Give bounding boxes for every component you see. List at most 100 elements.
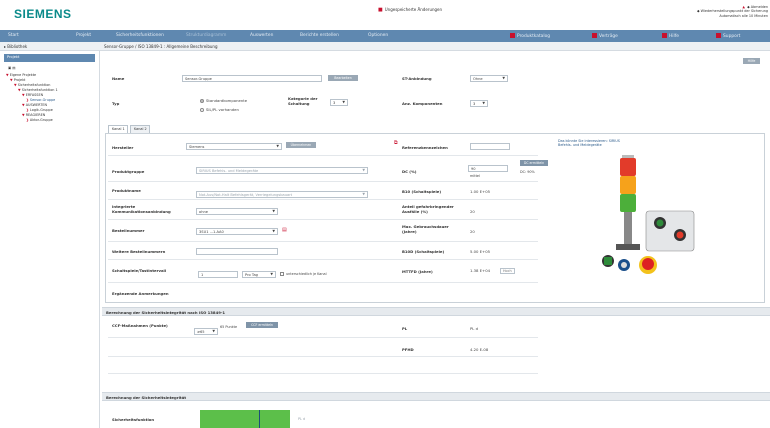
divider: [108, 282, 538, 283]
tree-label: REAGIEREN: [25, 113, 46, 117]
tree-label: Sicherheitsfunktion 1: [21, 88, 58, 92]
tree-item[interactable]: ▼ ERFASSEN: [22, 93, 43, 97]
nav-optionen[interactable]: Optionen: [368, 33, 388, 38]
expand-icon: ▼: [22, 103, 25, 107]
typ-label: Typ: [112, 101, 120, 106]
comp-count-select[interactable]: 3 ▼: [470, 100, 488, 107]
divider: [108, 219, 538, 220]
mttfd-label: MTTFD (Jahre): [402, 269, 433, 274]
dc-button[interactable]: DC ermitteln: [520, 160, 548, 166]
header-right: ▲ ◆ Abmelden ◆ Wiederherstellungspunkt d…: [676, 5, 768, 18]
schalt-input[interactable]: 1: [198, 271, 238, 278]
signal-tower-orange: [620, 176, 636, 194]
tree-item[interactable]: ▼ Sicherheitsfunktion: [14, 83, 50, 87]
hersteller-label: Hersteller: [112, 145, 134, 150]
help-button[interactable]: Hilfe: [743, 58, 760, 64]
integration-select[interactable]: ohne ▼: [196, 208, 278, 215]
bestell-value: 3SU1 ...1.AA0: [199, 230, 224, 234]
blue-button-center: [621, 262, 627, 268]
failure-value: 20: [470, 209, 475, 214]
signal-tower-pole: [624, 212, 632, 244]
ccf-value: ≥65: [197, 330, 205, 334]
typ-radio-sil[interactable]: SIL/PL vorhanden: [200, 107, 239, 112]
tree-item[interactable]: ▼ Projekt: [10, 78, 25, 82]
unsaved-changes-indicator[interactable]: ■ Ungespeicherte Änderungen: [378, 7, 442, 13]
tree-item[interactable]: ▼ Sicherheitsfunktion 1: [18, 88, 58, 92]
st-value: Ohne: [473, 77, 483, 81]
dc-sub: mittel: [470, 174, 480, 178]
tree-item[interactable]: ▼ AUSWERTEN: [22, 103, 47, 107]
chevron-down-icon: ▼: [482, 101, 485, 105]
tree-item[interactable]: ❯ Logik-Gruppe: [26, 108, 53, 112]
typ-radio-standard[interactable]: Standardkomponente: [200, 98, 247, 103]
green-button: [656, 219, 664, 227]
list-icon[interactable]: ▤: [282, 227, 287, 233]
weitere-input[interactable]: [196, 248, 278, 255]
name-input[interactable]: Sensor-Gruppe: [182, 75, 322, 82]
autosave-info-2: Automatisch alle 10 Minuten: [719, 13, 768, 18]
nav-hilfe[interactable]: Hilfe: [662, 33, 679, 39]
pl-marker: [259, 410, 260, 428]
category-select[interactable]: 3 ▼: [330, 99, 348, 106]
signal-tower-cap: [622, 155, 634, 158]
hersteller-select[interactable]: Siemens ▼: [186, 143, 282, 150]
autosave-label: Wiederherstellungspunkt der Sicherung: [700, 9, 768, 14]
divider: [108, 337, 538, 338]
unsaved-changes-text: Ungespeicherte Änderungen: [384, 7, 443, 12]
ref-input[interactable]: [470, 143, 510, 150]
arrow-icon: ❯: [26, 98, 29, 102]
library-label: Bibliothek: [7, 44, 28, 49]
nav-projekt[interactable]: Projekt: [76, 33, 91, 38]
tab-kanal-2[interactable]: Kanal 2: [130, 125, 150, 133]
produktname-value: Not-Aus/Not-Halt Befehlsgerät, Verriegel…: [199, 193, 293, 197]
nav-auswerten[interactable]: Auswerten: [250, 33, 273, 38]
pfhd-value: 4.20 E-08: [470, 347, 489, 352]
nav-strukturdiagramm[interactable]: Strukturdiagramm: [186, 33, 226, 38]
category-label: Kategorie der Schaltung: [288, 96, 318, 106]
produktname-select[interactable]: Not-Aus/Not-Halt Befehlsgerät, Verriegel…: [196, 191, 368, 198]
section-header-iso: Berechnung der Sicherheitsintegrität nac…: [102, 307, 770, 316]
interest-caption[interactable]: Das könnte Sie interessieren: SIRIUS Bef…: [558, 139, 628, 147]
produktname-label: Produktname: [112, 188, 141, 193]
tree-item[interactable]: ▼ Eigene Projekte: [6, 73, 36, 77]
tree-label: Sensor-Gruppe: [29, 98, 56, 102]
ccf-button[interactable]: CCF ermitteln: [246, 322, 278, 328]
expand-icon: ▼: [6, 73, 9, 77]
tree-item[interactable]: ❯ Aktor-Gruppe: [26, 118, 53, 122]
nav-produktkatalog[interactable]: Produktkatalog: [510, 33, 550, 39]
schalt-unit-select[interactable]: Pro Tag ▼: [242, 271, 276, 278]
dc-input[interactable]: 90: [468, 165, 508, 172]
nav-berichte[interactable]: Berichte erstellen: [300, 33, 339, 38]
chevron-down-icon: ▼: [276, 144, 279, 148]
edit-button[interactable]: Bearbeiten: [328, 75, 358, 81]
weitere-label: Weitere Bestellnummern: [112, 249, 166, 254]
nav-support[interactable]: Support: [716, 33, 740, 39]
control-box: [645, 210, 695, 252]
tree-item[interactable]: ▼ REAGIEREN: [22, 113, 45, 117]
pl-result-bar: [200, 410, 290, 428]
per-channel-checkbox[interactable]: unterschiedlich je Kanal: [280, 272, 327, 276]
nav-start[interactable]: Start: [8, 33, 19, 38]
apply-button[interactable]: Übernehmen: [286, 142, 316, 148]
nav-support-label: Support: [723, 34, 741, 39]
library-link[interactable]: ▸ Bibliothek: [4, 44, 27, 49]
radio-icon: [200, 108, 204, 112]
nav-sicherheitsfunktionen[interactable]: Sicherheitsfunktionen: [116, 33, 164, 38]
tree-label: Logik-Gruppe: [29, 108, 53, 112]
tree-item-selected[interactable]: ❯ Sensor-Gruppe: [26, 98, 55, 102]
bookmark-icon[interactable]: ⧉: [394, 140, 398, 146]
b10d-value: 5.00 E+05: [470, 249, 491, 254]
produktgruppe-select[interactable]: SIRIUS Befehls- und Meldegeräte ▼: [196, 167, 368, 174]
warning-icon: ■: [378, 7, 383, 13]
ccf-select[interactable]: ≥65 ▼: [194, 328, 218, 335]
tab-kanal-1[interactable]: Kanal 1: [108, 125, 128, 133]
tree-toolbar[interactable]: ▣ ▤: [8, 66, 16, 70]
dc-percent: DC: 90%: [520, 170, 535, 174]
bestell-select[interactable]: 3SU1 ...1.AA0 ▼: [196, 228, 278, 235]
expand-icon: ▼: [22, 93, 25, 97]
ref-label: Referenzkennzeichen: [402, 145, 448, 150]
nav-vertraege[interactable]: Verträge: [592, 33, 618, 39]
hersteller-value: Siemens: [189, 145, 205, 149]
st-select[interactable]: Ohne ▼: [470, 75, 508, 82]
chevron-down-icon: ▼: [272, 229, 275, 233]
